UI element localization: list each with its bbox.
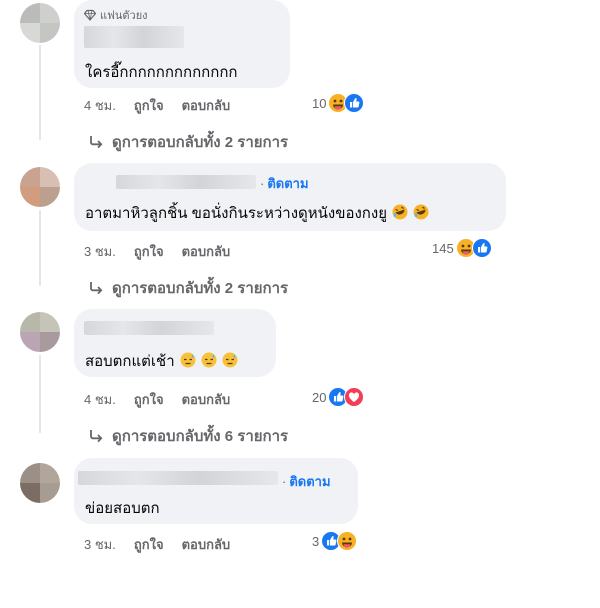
comment-text: สอบตกแต่เช้า (85, 349, 238, 373)
comment-text: ใครอี๊กกกกกกกกกกกกก (85, 64, 238, 81)
like-button[interactable]: ถูกใจ (134, 534, 164, 555)
avatar[interactable] (20, 167, 60, 207)
comment-actions: 3 ชม. ถูกใจ ตอบกลับ (84, 534, 230, 555)
reply-arrow-icon (90, 430, 103, 443)
reply-arrow-icon (90, 136, 103, 149)
comment-bubble: · ติดตาม ข่อยสอบตก (74, 458, 358, 524)
sweat-emoji-icon (201, 352, 217, 368)
like-icon (471, 238, 492, 258)
follow-label: ติดตาม (289, 474, 331, 489)
like-icon (344, 93, 365, 113)
rofl-emoji-icon (413, 204, 429, 220)
reply-arrow-icon (90, 282, 103, 295)
reaction-count: 145 (432, 240, 454, 256)
commenter-name[interactable] (78, 471, 278, 485)
separator-dot: · (282, 474, 287, 489)
top-fan-badge: แฟนตัวยง (84, 6, 148, 24)
reaction-summary[interactable]: 3 (312, 531, 358, 551)
reply-button[interactable]: ตอบกลับ (182, 241, 231, 262)
reaction-summary[interactable]: 145 (432, 238, 492, 258)
like-button[interactable]: ถูกใจ (134, 241, 164, 262)
diamond-icon (84, 9, 96, 21)
sweat-emoji-icon (222, 352, 238, 368)
follow-button[interactable]: · ติดตาม (260, 173, 309, 194)
comment-bubble: สอบตกแต่เช้า (74, 309, 276, 377)
comment-time[interactable]: 3 ชม. (84, 534, 116, 555)
comment: · ติดตาม ข่อยสอบตก 3 ชม. ถูกใจ ตอบกลับ 3 (0, 458, 600, 608)
separator-dot: · (260, 176, 265, 191)
comment-actions: 4 ชม. ถูกใจ ตอบกลับ (84, 389, 230, 410)
comment: · ติดตาม อาตมาหิวลูกชิ้น ขอนั่งกินระหว่าง… (0, 163, 600, 313)
comment: สอบตกแต่เช้า 4 ชม. ถูกใจ ตอบกลับ 20 ดูกา… (0, 309, 600, 459)
reply-button[interactable]: ตอบกลับ (182, 95, 231, 116)
view-replies-button[interactable]: ดูการตอบกลับทั้ง 2 รายการ (88, 276, 288, 300)
commenter-name[interactable] (84, 26, 184, 48)
reply-button[interactable]: ตอบกลับ (182, 389, 231, 410)
reaction-summary[interactable]: 20 (312, 387, 365, 407)
comment-time[interactable]: 4 ชม. (84, 95, 116, 116)
comment-bubble: แฟนตัวยง ใครอี๊กกกกกกกกกกกกก (74, 0, 290, 88)
comment: แฟนตัวยง ใครอี๊กกกกกกกกกกกกก 4 ชม. ถูกใจ… (0, 0, 600, 151)
reaction-count: 3 (312, 533, 320, 549)
view-replies-label: ดูการตอบกลับทั้ง 6 รายการ (112, 428, 289, 445)
like-button[interactable]: ถูกใจ (134, 95, 164, 116)
reaction-count: 20 (312, 389, 327, 405)
love-icon (344, 387, 365, 407)
view-replies-label: ดูการตอบกลับทั้ง 2 รายการ (112, 280, 289, 297)
avatar[interactable] (20, 312, 60, 352)
badge-label: แฟนตัวยง (100, 10, 148, 22)
avatar[interactable] (20, 3, 60, 43)
commenter-name[interactable] (84, 321, 214, 335)
comment-text: ข่อยสอบตก (85, 500, 160, 517)
follow-label: ติดตาม (267, 176, 309, 191)
view-replies-button[interactable]: ดูการตอบกลับทั้ง 2 รายการ (88, 130, 288, 154)
haha-icon (337, 531, 358, 551)
comment-text-content: สอบตกแต่เช้า (85, 353, 175, 370)
comment-time[interactable]: 4 ชม. (84, 389, 116, 410)
avatar[interactable] (20, 463, 60, 503)
comment-text: อาตมาหิวลูกชิ้น ขอนั่งกินระหว่างดูหนังขอ… (85, 201, 429, 225)
comment-actions: 4 ชม. ถูกใจ ตอบกลับ (84, 95, 230, 116)
rofl-emoji-icon (392, 204, 408, 220)
reaction-count: 10 (312, 95, 327, 111)
comment-actions: 3 ชม. ถูกใจ ตอบกลับ (84, 241, 230, 262)
follow-button[interactable]: · ติดตาม (282, 471, 331, 492)
sweat-emoji-icon (180, 352, 196, 368)
comment-text-content: อาตมาหิวลูกชิ้น ขอนั่งกินระหว่างดูหนังขอ… (85, 205, 388, 222)
view-replies-label: ดูการตอบกลับทั้ง 2 รายการ (112, 134, 289, 151)
commenter-name[interactable] (116, 175, 256, 189)
reaction-summary[interactable]: 10 (312, 93, 365, 113)
comment-bubble: · ติดตาม อาตมาหิวลูกชิ้น ขอนั่งกินระหว่าง… (74, 163, 506, 231)
reply-button[interactable]: ตอบกลับ (182, 534, 231, 555)
view-replies-button[interactable]: ดูการตอบกลับทั้ง 6 รายการ (88, 424, 288, 448)
like-button[interactable]: ถูกใจ (134, 389, 164, 410)
comment-time[interactable]: 3 ชม. (84, 241, 116, 262)
